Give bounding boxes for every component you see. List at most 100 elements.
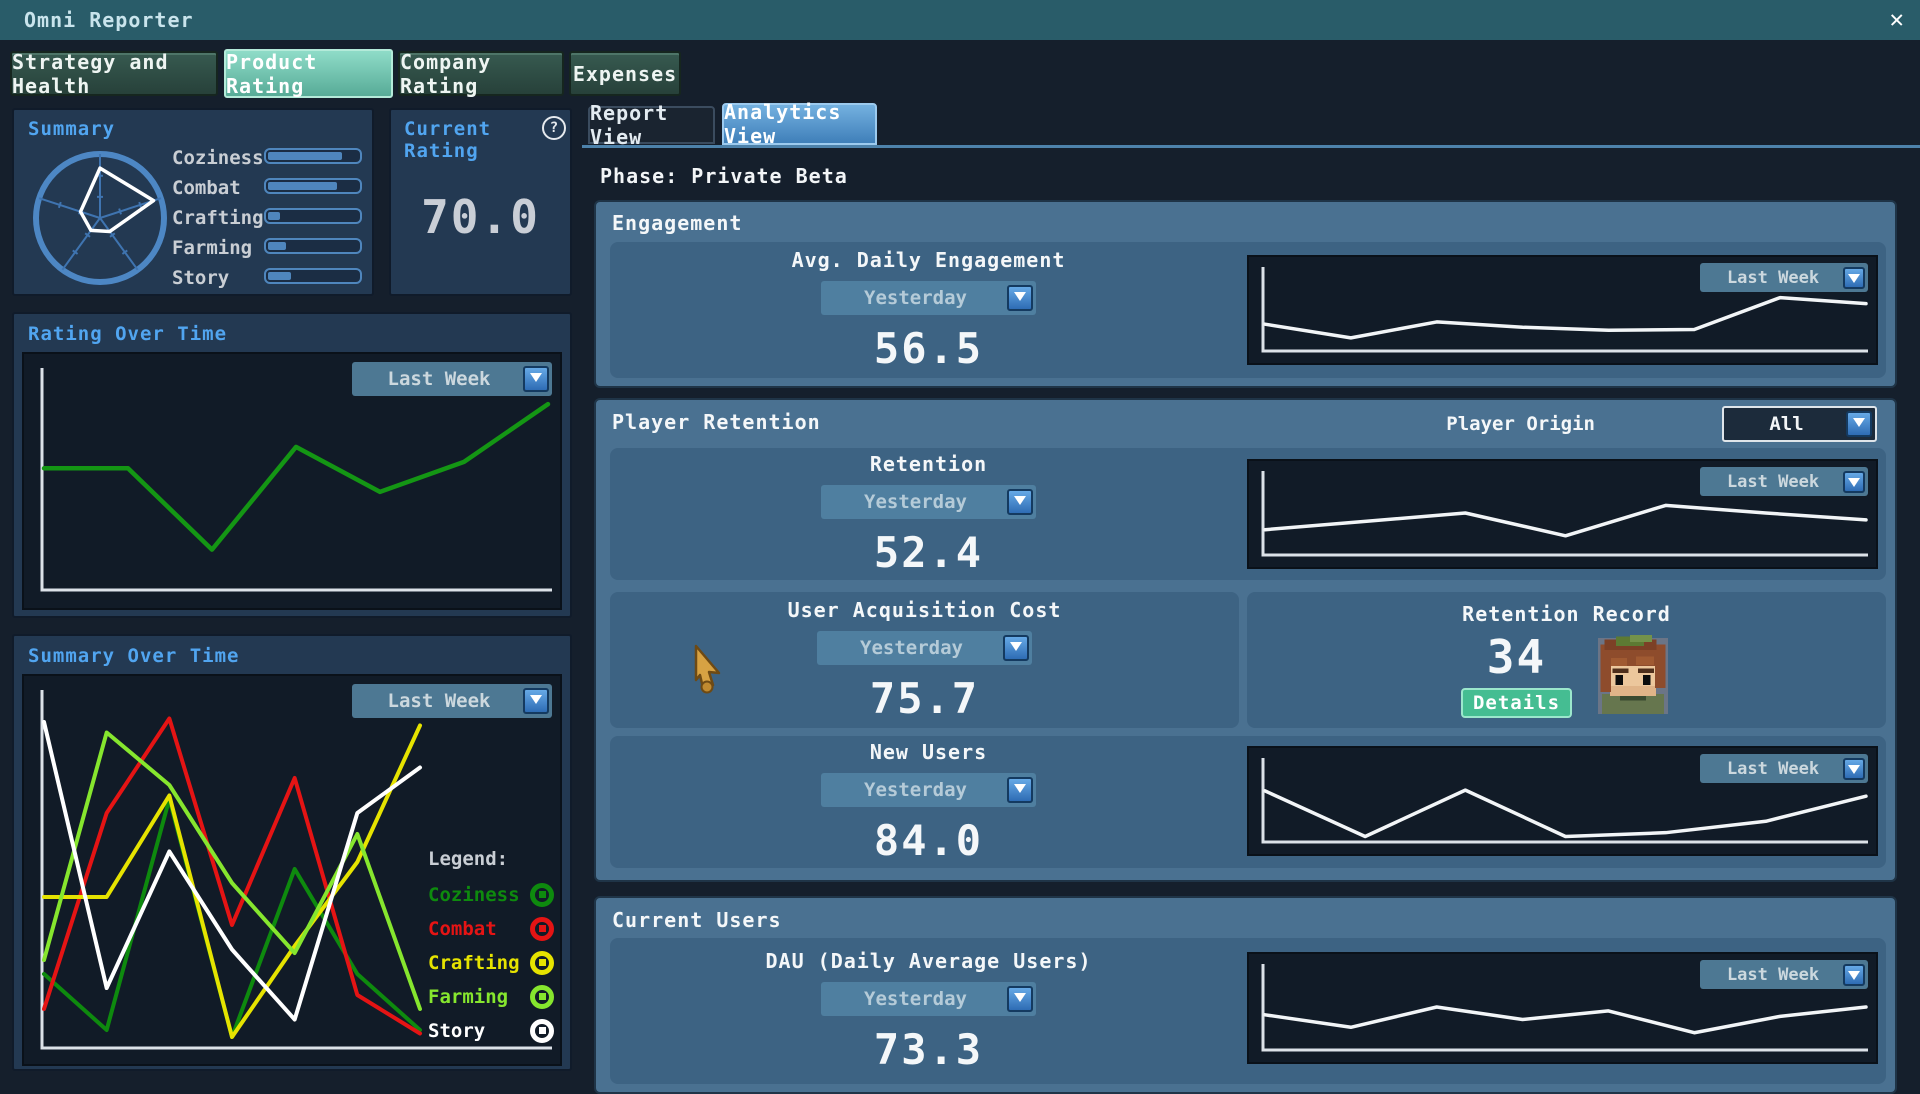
help-icon[interactable]: ? — [542, 116, 566, 140]
bar-fill — [268, 152, 342, 160]
period-dropdown[interactable]: Yesterday — [821, 773, 1036, 807]
chevron-down-icon — [1843, 267, 1865, 289]
avg-daily-engagement-card: Avg. Daily Engagement Yesterday 56.5 Las… — [610, 242, 1886, 378]
chevron-down-icon — [1007, 285, 1033, 311]
summary-radar-chart — [28, 146, 172, 290]
stat-value: 73.3 — [874, 1025, 983, 1074]
dropdown-value: Yesterday — [824, 491, 1007, 513]
legend-title: Legend: — [428, 848, 554, 873]
chevron-down-icon — [1843, 758, 1865, 780]
record-value: 34 — [1487, 630, 1546, 684]
player-retention-section: Player Retention Player Origin All Reten… — [594, 398, 1897, 882]
stat-label-coziness: Coziness — [172, 147, 264, 169]
window-title: Omni Reporter — [24, 8, 194, 32]
stat-title: Retention — [870, 452, 987, 476]
current-rating-value: 70.0 — [391, 190, 570, 244]
stat-bar-coziness — [264, 148, 362, 164]
legend-label: Coziness — [428, 884, 520, 906]
section-title: Current Users — [612, 908, 782, 932]
legend-label: Combat — [428, 918, 497, 940]
details-button[interactable]: Details — [1461, 688, 1572, 718]
legend-item-story: Story — [428, 1018, 554, 1043]
chevron-down-icon — [523, 688, 549, 714]
tab-product-rating[interactable]: Product Rating — [224, 49, 393, 98]
character-avatar — [1594, 634, 1672, 714]
bar-fill — [268, 182, 337, 190]
help-glyph: ? — [550, 120, 558, 136]
period-dropdown[interactable]: Yesterday — [821, 281, 1036, 315]
tab-company-rating[interactable]: Company Rating — [398, 51, 564, 96]
dau-card: DAU (Daily Average Users) Yesterday 73.3… — [610, 938, 1886, 1084]
section-title: Engagement — [612, 211, 742, 235]
chevron-down-icon — [1843, 471, 1865, 493]
stat-label-story: Story — [172, 267, 229, 289]
stat-block: New Users Yesterday 84.0 — [610, 736, 1247, 868]
period-dropdown[interactable]: Yesterday — [821, 485, 1036, 519]
range-dropdown[interactable]: Last Week — [352, 362, 552, 396]
summary-over-time-panel: Summary Over Time Last Week Legend: Cozi… — [12, 634, 572, 1071]
stat-title: New Users — [870, 740, 987, 764]
chevron-down-icon — [1007, 777, 1033, 803]
legend-label: Story — [428, 1020, 485, 1042]
range-dropdown[interactable]: Last Week — [1700, 263, 1868, 292]
current-users-section: Current Users DAU (Daily Average Users) … — [594, 896, 1897, 1094]
range-dropdown[interactable]: Last Week — [1700, 754, 1868, 783]
section-title: Player Retention — [612, 410, 821, 434]
tab-label: Product Rating — [226, 50, 391, 98]
dropdown-value: Yesterday — [824, 287, 1007, 309]
dropdown-value: Yesterday — [824, 988, 1007, 1010]
dropdown-value: Last Week — [355, 368, 523, 390]
period-dropdown[interactable]: Yesterday — [817, 631, 1032, 665]
dropdown-value: Last Week — [1703, 472, 1843, 492]
record-value-block: 34 Details — [1461, 630, 1572, 718]
game-cursor — [692, 644, 728, 694]
stat-value: 56.5 — [874, 324, 983, 373]
legend-label: Farming — [428, 986, 508, 1008]
retention-record-card: Retention Record 34 Details — [1247, 592, 1886, 728]
panel-title: Summary Over Time — [28, 645, 239, 667]
dropdown-value: Last Week — [1703, 965, 1843, 985]
panel-title: Rating Over Time — [28, 323, 227, 345]
dropdown-value: All — [1727, 413, 1846, 435]
chevron-down-icon — [1007, 986, 1033, 1012]
period-dropdown[interactable]: Yesterday — [821, 982, 1036, 1016]
chevron-down-icon — [1846, 411, 1872, 437]
stat-value: 84.0 — [874, 816, 983, 865]
chart-legend: Legend: Coziness Combat Crafting Farming… — [428, 848, 554, 1043]
stat-title: DAU (Daily Average Users) — [765, 949, 1091, 973]
ring-icon — [530, 883, 554, 907]
range-dropdown[interactable]: Last Week — [1700, 960, 1868, 989]
player-origin-dropdown[interactable]: All — [1722, 406, 1877, 442]
stat-value: 75.7 — [870, 674, 979, 723]
stat-block: Avg. Daily Engagement Yesterday 56.5 — [610, 242, 1247, 378]
stat-bar-combat — [264, 178, 362, 194]
player-origin-label: Player Origin — [1446, 413, 1595, 435]
tab-report-view[interactable]: Report View — [588, 106, 715, 144]
current-rating-panel: Current Rating ? 70.0 — [389, 108, 572, 296]
retention-card: Retention Yesterday 52.4 Last Week — [610, 448, 1886, 580]
dropdown-value: Yesterday — [824, 779, 1007, 801]
chevron-down-icon — [1003, 635, 1029, 661]
tab-analytics-view[interactable]: Analytics View — [722, 103, 877, 145]
phase-label: Phase: Private Beta — [600, 164, 848, 188]
close-icon[interactable]: ✕ — [1890, 5, 1904, 33]
stat-title: User Acquisition Cost — [788, 598, 1062, 622]
dropdown-value: Last Week — [1703, 268, 1843, 288]
range-dropdown[interactable]: Last Week — [352, 684, 552, 718]
tab-label: Analytics View — [724, 100, 875, 148]
dropdown-value: Last Week — [355, 690, 523, 712]
tab-strategy-and-health[interactable]: Strategy and Health — [10, 51, 218, 96]
bar-fill — [268, 212, 280, 220]
stat-label-farming: Farming — [172, 237, 252, 259]
tab-expenses[interactable]: Expenses — [569, 51, 681, 96]
stat-title: Retention Record — [1462, 602, 1671, 626]
ring-icon — [530, 1019, 554, 1043]
chevron-down-icon — [1843, 964, 1865, 986]
legend-label: Crafting — [428, 952, 520, 974]
title-bar: Omni Reporter ✕ — [0, 0, 1920, 40]
legend-item-farming: Farming — [428, 984, 554, 1009]
new-users-card: New Users Yesterday 84.0 Last Week — [610, 736, 1886, 868]
stat-bar-crafting — [264, 208, 362, 224]
range-dropdown[interactable]: Last Week — [1700, 467, 1868, 496]
stat-label-combat: Combat — [172, 177, 241, 199]
